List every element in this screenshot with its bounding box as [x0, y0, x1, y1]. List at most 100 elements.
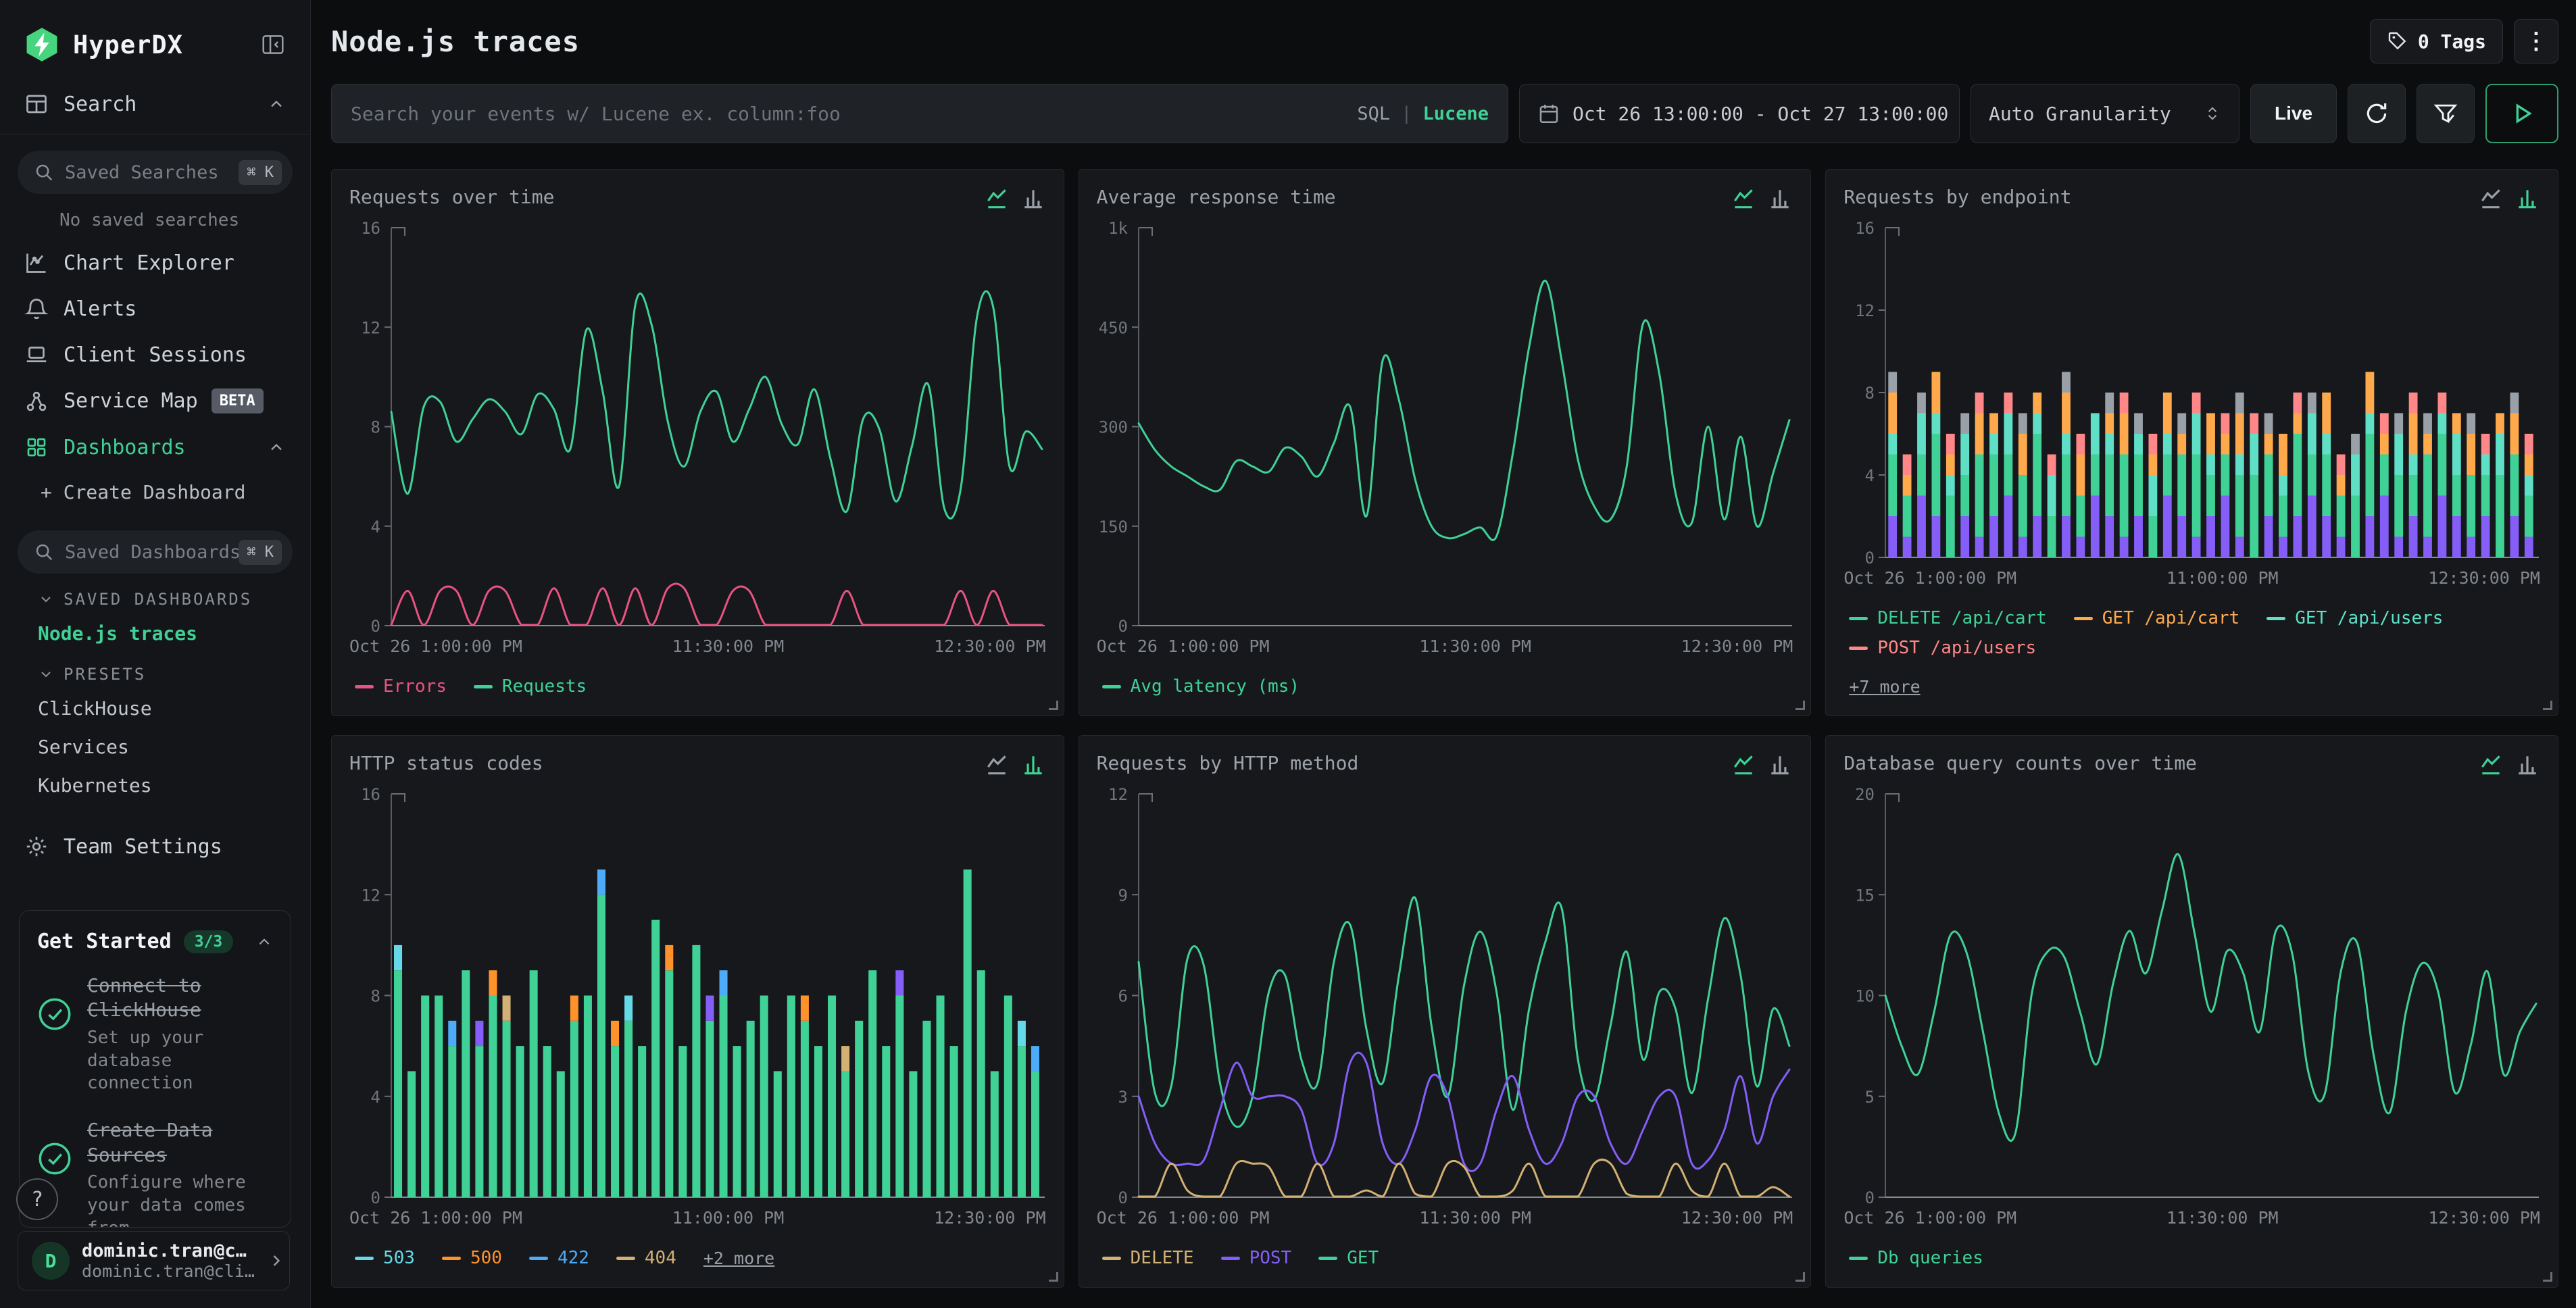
legend-item[interactable]: POST /api/users [1849, 638, 2036, 658]
filter-button[interactable] [2417, 84, 2475, 143]
legend-item[interactable]: Errors [355, 676, 447, 697]
sidebar-item-client-sessions[interactable]: Client Sessions [0, 332, 310, 378]
line-chart-toggle-icon[interactable] [1731, 752, 1756, 778]
chart-panel-requests-by-endpoint: Requests by endpoint 1612840 Oct 26 1:00… [1825, 169, 2558, 716]
chevron-up-icon[interactable] [267, 438, 286, 457]
line-chart-toggle-icon[interactable] [984, 752, 1010, 778]
get-started-item-title[interactable]: Connect to ClickHouse [87, 974, 273, 1023]
resize-handle[interactable] [2543, 701, 2552, 710]
live-button[interactable]: Live [2250, 84, 2337, 143]
legend-item[interactable]: 404 [616, 1248, 676, 1268]
refresh-icon [2364, 101, 2389, 126]
legend-item[interactable]: Avg latency (ms) [1102, 676, 1299, 697]
preset-item-services[interactable]: Services [0, 728, 310, 766]
svg-text:4: 4 [1865, 466, 1875, 485]
get-started-header[interactable]: Get Started 3/3 [37, 930, 273, 953]
svg-text:12: 12 [1108, 785, 1128, 804]
sql-toggle[interactable]: SQL [1357, 103, 1390, 124]
resize-handle[interactable] [2543, 1272, 2552, 1282]
saved-dashboards-group[interactable]: SAVED DASHBOARDS [0, 578, 310, 614]
bar-chart-toggle-icon[interactable] [1767, 752, 1793, 778]
sidebar-item-alerts[interactable]: Alerts [0, 286, 310, 332]
chart-title: Requests over time [349, 186, 554, 208]
date-range-picker[interactable]: Oct 26 13:00:00 - Oct 27 13:00:00 [1519, 84, 1960, 143]
legend-item[interactable]: 503 [355, 1248, 415, 1268]
chart-legend: Db queries [1849, 1248, 2540, 1268]
get-started-card: Get Started 3/3 Connect to ClickHouse Se… [19, 910, 291, 1228]
sidebar-item-team-settings[interactable]: Team Settings [0, 824, 310, 870]
chevron-up-icon[interactable] [267, 95, 286, 114]
search-icon [34, 162, 54, 182]
group-label-text: PRESETS [64, 665, 146, 684]
saved-dashboards-input[interactable] [65, 542, 239, 563]
legend-item[interactable]: GET /api/users [2267, 608, 2443, 628]
chevron-up-icon[interactable] [255, 933, 273, 951]
resize-handle[interactable] [1795, 1272, 1805, 1282]
legend-item[interactable]: DELETE /api/cart [1849, 608, 2046, 628]
legend-item[interactable]: Db queries [1849, 1248, 1983, 1268]
chart-plot[interactable]: 1612840 [349, 783, 1046, 1204]
sidebar-collapse-icon[interactable] [260, 32, 286, 57]
dashboard-menu-button[interactable]: ⋮ [2514, 19, 2558, 64]
legend-item[interactable]: GET /api/cart [2074, 608, 2240, 628]
legend-item[interactable]: DELETE [1102, 1248, 1194, 1268]
presets-group[interactable]: PRESETS [0, 653, 310, 689]
preset-item-kubernetes[interactable]: Kubernetes [0, 766, 310, 805]
sidebar-item-dashboards[interactable]: Dashboards [0, 424, 310, 470]
resize-handle[interactable] [1049, 1272, 1058, 1282]
bar-chart-toggle-icon[interactable] [1020, 186, 1046, 211]
sidebar-item-service-map[interactable]: Service Map BETA [0, 378, 310, 424]
saved-dashboards-field[interactable]: ⌘ K [18, 530, 293, 574]
line-chart-toggle-icon[interactable] [1731, 186, 1756, 211]
x-axis-labels: Oct 26 1:00:00 PM11:00:00 PM12:30:00 PM [349, 1208, 1046, 1228]
gear-icon [24, 834, 49, 859]
help-button[interactable]: ? [16, 1178, 58, 1220]
chart-legend: DELETE /api/cart GET /api/cart GET /api/… [1849, 608, 2540, 697]
chart-plot[interactable]: 129630 [1097, 783, 1793, 1204]
legend-item[interactable]: Requests [474, 676, 587, 697]
dashboard-item-nodejs-traces[interactable]: Node.js traces [0, 614, 310, 653]
calendar-icon [1537, 102, 1560, 125]
line-chart-toggle-icon[interactable] [2478, 186, 2504, 211]
chart-plot[interactable]: 1k4503001500 [1097, 217, 1793, 632]
legend-item[interactable]: 500 [442, 1248, 502, 1268]
lucene-toggle[interactable]: Lucene [1422, 103, 1489, 124]
create-dashboard-button[interactable]: + Create Dashboard [0, 470, 310, 514]
bar-chart-toggle-icon[interactable] [2515, 752, 2540, 778]
legend-item[interactable]: POST [1221, 1248, 1292, 1268]
sidebar-item-chart-explorer[interactable]: Chart Explorer [0, 240, 310, 286]
refresh-button[interactable] [2348, 84, 2406, 143]
sidebar-item-search[interactable]: Search [0, 81, 310, 127]
granularity-select[interactable]: Auto Granularity [1971, 84, 2239, 143]
event-search-input[interactable] [351, 103, 1357, 125]
resize-handle[interactable] [1049, 701, 1058, 710]
legend-item[interactable]: GET [1318, 1248, 1379, 1268]
saved-searches-input[interactable] [65, 162, 239, 183]
chart-plot[interactable]: 1612840 [349, 217, 1046, 632]
svg-text:12: 12 [1855, 301, 1875, 320]
tags-button[interactable]: 0 Tags [2370, 19, 2503, 64]
legend-item[interactable]: 422 [529, 1248, 589, 1268]
resize-handle[interactable] [1795, 701, 1805, 710]
bar-chart-toggle-icon[interactable] [2515, 186, 2540, 211]
saved-searches-field[interactable]: ⌘ K [18, 151, 293, 194]
get-started-progress-badge: 3/3 [184, 930, 234, 953]
get-started-item-title[interactable]: Create Data Sources [87, 1118, 273, 1167]
event-search-box[interactable]: SQL | Lucene [331, 84, 1508, 143]
page-header: Node.js traces 0 Tags ⋮ [331, 19, 2558, 64]
preset-item-clickhouse[interactable]: ClickHouse [0, 689, 310, 728]
legend-more-link[interactable]: +2 more [703, 1249, 774, 1268]
run-query-button[interactable] [2485, 84, 2558, 143]
legend-more-link[interactable]: +7 more [1849, 677, 1920, 697]
line-chart-toggle-icon[interactable] [984, 186, 1010, 211]
svg-text:0: 0 [1118, 1188, 1127, 1204]
user-account-card[interactable]: D dominic.tran@c… dominic.tran@cli… [18, 1231, 290, 1290]
line-chart-toggle-icon[interactable] [2478, 752, 2504, 778]
chart-plot[interactable]: 20151050 [1843, 783, 2540, 1204]
bar-chart-toggle-icon[interactable] [1767, 186, 1793, 211]
svg-text:20: 20 [1855, 785, 1875, 804]
chart-plot[interactable]: 1612840 [1843, 217, 2540, 564]
no-saved-searches-text: No saved searches [0, 198, 310, 240]
bar-chart-toggle-icon[interactable] [1020, 752, 1046, 778]
svg-text:12: 12 [361, 318, 380, 337]
